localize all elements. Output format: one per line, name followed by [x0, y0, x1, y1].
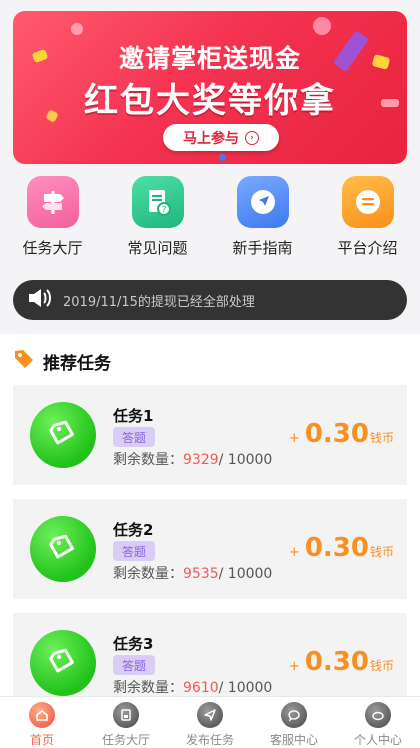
quick-entry-about[interactable]: 平台介绍: [315, 174, 420, 270]
signpost-icon: [26, 176, 79, 228]
tab-publish-task[interactable]: 发布任务: [168, 697, 252, 748]
profile-icon: [365, 702, 391, 728]
total-count: / 10000: [218, 566, 273, 582]
tab-task-hall[interactable]: 任务大厅: [84, 697, 168, 748]
task-tag-icon: [30, 402, 96, 468]
send-icon: [197, 702, 223, 728]
section-title: 推荐任务: [43, 354, 111, 374]
task-reward: +0.30 钱币: [289, 647, 394, 677]
document-question-icon: ?: [131, 176, 184, 228]
banner-subheadline: 红包大奖等你拿: [84, 81, 336, 121]
reward-unit: 钱币: [369, 545, 394, 559]
quick-entry-label: 任务大厅: [22, 239, 83, 257]
task-name: 任务3: [113, 635, 154, 653]
banner-headline: 邀请掌柜送现金: [118, 44, 301, 73]
task-name: 任务1: [113, 407, 154, 425]
task-card[interactable]: 任务1 答题 剩余数量：9329/ 10000 +0.30 钱币: [13, 385, 407, 485]
reward-plus: +: [288, 659, 300, 674]
remaining-label: 剩余数量：: [113, 452, 183, 468]
task-reward: +0.30 钱币: [289, 533, 394, 563]
notice-text: 2019/11/15的提现已经全部处理: [63, 294, 255, 310]
remaining-label: 剩余数量：: [113, 566, 183, 582]
quick-entry-label: 新手指南: [232, 239, 293, 257]
svg-text:?: ?: [161, 206, 166, 216]
confetti-decoration: [313, 17, 331, 35]
promo-banner[interactable]: 邀请掌柜送现金 红包大奖等你拿 马上参与 ›: [13, 11, 407, 164]
tab-profile[interactable]: 个人中心: [336, 697, 420, 748]
reward-amount: 0.30: [304, 533, 369, 563]
task-hall-icon: [113, 702, 139, 728]
tag-icon: [13, 348, 35, 375]
tab-customer-service[interactable]: 客服中心: [252, 697, 336, 748]
tab-home[interactable]: 首页: [0, 697, 84, 748]
remaining-count: 9329: [183, 452, 219, 468]
remaining-count: 9535: [183, 566, 219, 582]
total-count: / 10000: [218, 680, 273, 696]
join-now-button[interactable]: 马上参与 ›: [163, 124, 279, 151]
tab-label: 任务大厅: [101, 733, 150, 747]
quick-entry-task-hall[interactable]: 任务大厅: [0, 174, 105, 270]
reward-amount: 0.30: [304, 419, 369, 449]
task-remaining: 剩余数量：9610/ 10000: [113, 677, 272, 697]
tab-label: 个人中心: [353, 733, 402, 747]
task-tag-icon: [30, 516, 96, 582]
task-tag-icon: [30, 630, 96, 696]
chevron-right-icon: ›: [245, 130, 259, 145]
compass-arrow-icon: [236, 176, 289, 228]
total-count: / 10000: [218, 452, 273, 468]
carousel-indicator[interactable]: [219, 154, 226, 161]
speaker-icon: [27, 287, 55, 313]
reward-unit: 钱币: [369, 659, 394, 673]
remaining-count: 9610: [183, 680, 219, 696]
notice-bar[interactable]: 2019/11/15的提现已经全部处理: [13, 280, 407, 320]
remaining-label: 剩余数量：: [113, 680, 183, 696]
quick-entry-label: 平台介绍: [337, 239, 398, 257]
tab-label: 客服中心: [269, 733, 318, 747]
customer-service-icon: [281, 702, 307, 728]
join-now-label: 马上参与: [183, 130, 239, 147]
quick-entry-label: 常见问题: [127, 239, 188, 257]
quick-entry-guide[interactable]: 新手指南: [210, 174, 315, 270]
task-remaining: 剩余数量：9329/ 10000: [113, 449, 272, 469]
task-type-badge: 答题: [113, 427, 155, 447]
bottom-tab-bar: 首页 任务大厅 发布任务 客服中心 个人中心: [0, 696, 420, 748]
tab-label: 发布任务: [185, 733, 234, 747]
tab-label: 首页: [29, 733, 54, 747]
reward-plus: +: [288, 545, 300, 560]
quick-entry-grid: 任务大厅 ? 常见问题 新手指南 平台介绍: [0, 174, 420, 270]
reward-amount: 0.30: [304, 647, 369, 677]
chat-bubble-icon: [341, 176, 394, 228]
confetti-decoration: [71, 23, 83, 35]
quick-entry-faq[interactable]: ? 常见问题: [105, 174, 210, 270]
task-type-badge: 答题: [113, 655, 155, 675]
reward-plus: +: [288, 431, 300, 446]
home-icon: [29, 702, 55, 728]
task-card[interactable]: 任务2 答题 剩余数量：9535/ 10000 +0.30 钱币: [13, 499, 407, 599]
task-type-badge: 答题: [113, 541, 155, 561]
task-reward: +0.30 钱币: [289, 419, 394, 449]
recommended-tasks-panel: 推荐任务 任务1 答题 剩余数量：9329/ 10000 +0.30 钱币 任务2…: [0, 334, 420, 713]
reward-unit: 钱币: [369, 431, 394, 445]
section-header: 推荐任务: [13, 348, 111, 375]
task-remaining: 剩余数量：9535/ 10000: [113, 563, 272, 583]
task-name: 任务2: [113, 521, 154, 539]
